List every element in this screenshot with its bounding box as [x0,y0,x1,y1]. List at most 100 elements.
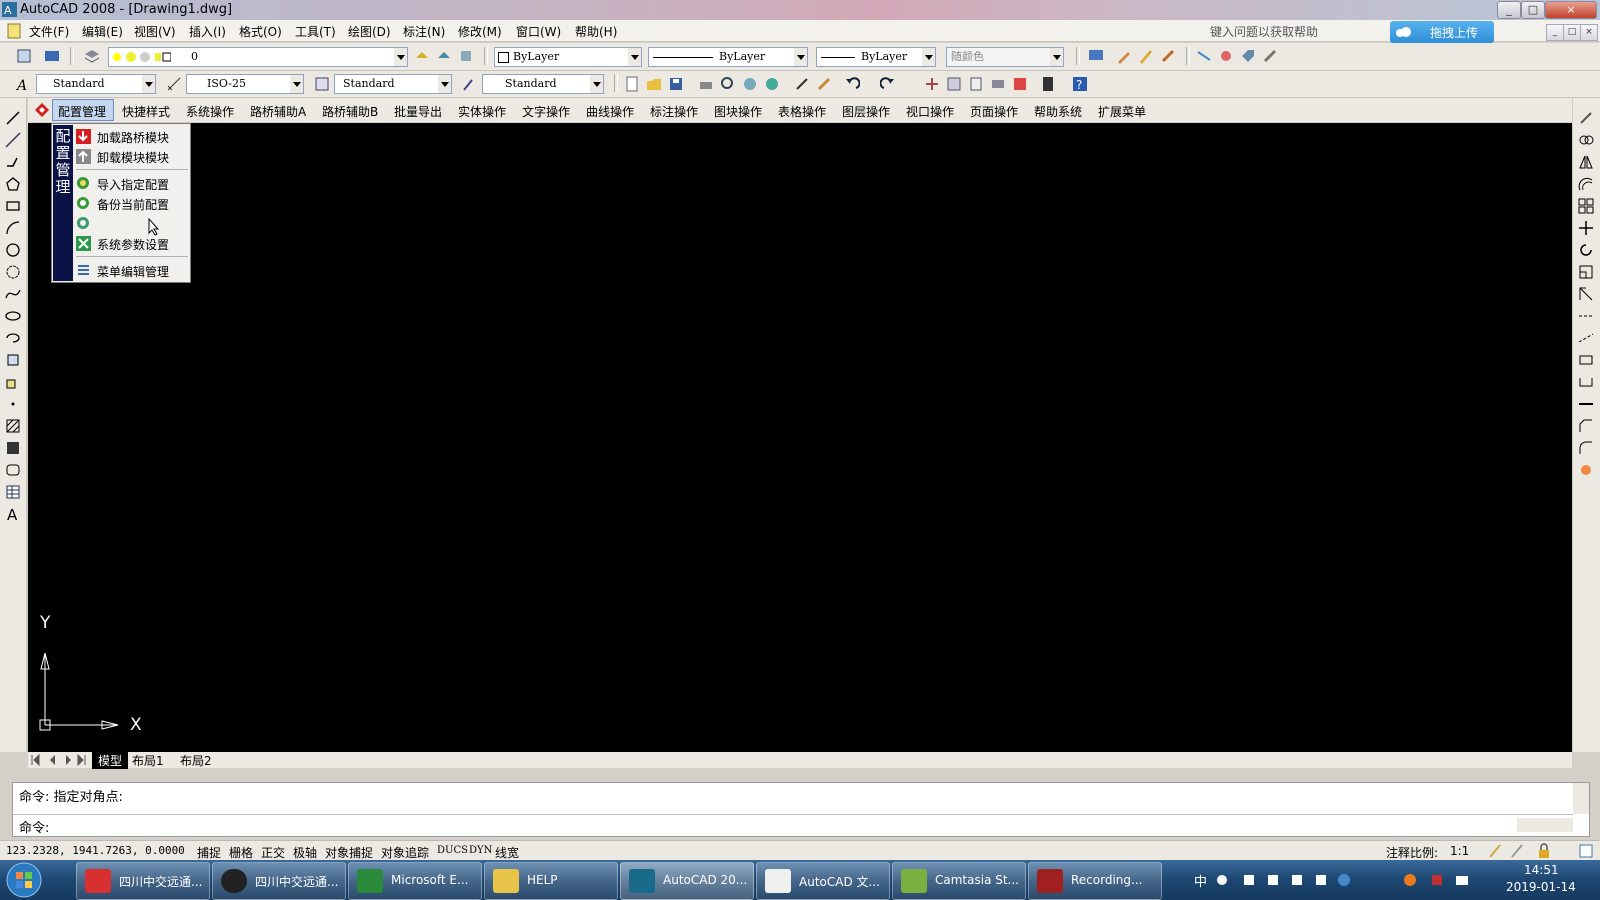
taskbar-item-sichuan-1[interactable]: 四川中交远通... [76,862,210,900]
revcloud-icon[interactable] [5,264,21,280]
new-icon[interactable] [624,76,640,92]
circle-icon[interactable] [5,242,21,258]
toggle-ducs[interactable]: DUCS [437,845,468,856]
menu-item-backup-config[interactable]: 备份当前配置 [76,194,188,213]
annotation-scale-value[interactable]: 1:1 [1450,844,1469,858]
menu-tools[interactable]: 工具(T) [295,23,336,40]
plotstyle-dropdown[interactable]: 随颜色 [946,47,1064,67]
break-at-point-icon[interactable] [1578,352,1594,368]
calculator-icon[interactable] [1040,76,1056,92]
menu-item-system-params[interactable]: 系统参数设置 [76,234,188,253]
toggle-dyn[interactable]: DYN [469,845,492,856]
mirror-icon[interactable] [1578,154,1594,170]
mleader-style-icon[interactable] [462,76,478,92]
dim-style-icon[interactable] [166,76,182,92]
dim-style-dropdown[interactable]: ISO-25 [186,74,304,94]
layers-stack-icon[interactable] [84,48,100,64]
explode-icon[interactable] [1578,462,1594,478]
brush-icon[interactable] [1160,48,1176,64]
make-current-layer-icon[interactable] [414,48,430,64]
tool-palette-icon[interactable] [968,76,984,92]
command-prompt[interactable]: 命令: [19,817,49,836]
menu-window[interactable]: 窗口(W) [516,23,561,40]
menu-item-import-config[interactable]: 导入指定配置 [76,174,188,193]
menu-modify[interactable]: 修改(M) [458,23,502,40]
taskbar-item-autocad-doc[interactable]: AutoCAD 文... [756,862,890,900]
layer-manager-icon[interactable] [16,48,32,64]
auto-scale-icon[interactable] [1510,843,1526,859]
linetype-dropdown[interactable]: ByLayer [648,47,808,67]
clock-date[interactable]: 2019-01-14 [1506,880,1576,894]
erase-icon[interactable] [1578,110,1594,126]
lock-icon[interactable] [1536,843,1552,859]
insert-block-icon[interactable] [5,352,21,368]
markup-icon[interactable] [1012,76,1028,92]
toggle-snap[interactable]: 捕捉 [197,844,221,861]
make-block-icon[interactable] [5,374,21,390]
cmenu-block[interactable]: 图块操作 [714,103,762,120]
cmenu-help[interactable]: 帮助系统 [1034,103,1082,120]
matchprop-icon[interactable] [816,76,832,92]
taskbar-item-recording[interactable]: Recording... [1028,862,1162,900]
menu-edit[interactable]: 编辑(E) [82,23,123,40]
tag-icon[interactable] [1240,48,1256,64]
help-icon[interactable]: ? [1072,76,1088,92]
spline-icon[interactable] [5,286,21,302]
ellipse-arc-icon[interactable] [5,330,21,346]
cmenu-config[interactable]: 配置管理 [58,103,106,120]
join-icon[interactable] [1578,396,1594,412]
command-scrollbar[interactable] [1573,783,1589,814]
tab-nav-arrows-icon[interactable] [30,754,86,766]
chamfer-icon[interactable] [1578,418,1594,434]
taskbar-item-excel[interactable]: Microsoft E... [348,862,482,900]
mdi-restore-button[interactable]: □ [1563,24,1581,41]
menu-file[interactable]: 文件(F) [29,23,69,40]
layer-isolate-icon[interactable] [458,48,474,64]
cmenu-viewport[interactable]: 视口操作 [906,103,954,120]
cmenu-curve[interactable]: 曲线操作 [586,103,634,120]
point-icon[interactable] [5,396,21,412]
text-style-dropdown[interactable]: Standard [36,74,156,94]
edit-icon[interactable] [1116,48,1132,64]
lineweight-dropdown[interactable]: ByLayer [816,47,936,67]
scale-icon[interactable] [1578,264,1594,280]
preview-icon[interactable] [720,76,736,92]
cmenu-bridge-b[interactable]: 路桥辅助B [322,103,378,120]
cmenu-system[interactable]: 系统操作 [186,103,234,120]
pencil-icon[interactable] [1138,48,1154,64]
open-icon[interactable] [646,76,662,92]
help-search-input[interactable]: 键入问题以获取帮助 [1210,23,1318,40]
taskbar-item-autocad[interactable]: AutoCAD 20... [620,862,754,900]
document-icon[interactable] [6,23,22,39]
layer-previous-icon[interactable] [436,48,452,64]
hatch-icon[interactable] [5,418,21,434]
tab-layout1[interactable]: 布局1 [132,752,164,769]
clock-time[interactable]: 14:51 [1524,863,1559,877]
properties-icon[interactable] [1196,48,1212,64]
polygon-icon[interactable] [5,176,21,192]
menu-format[interactable]: 格式(O) [239,23,282,40]
cmenu-bridge-a[interactable]: 路桥辅助A [250,103,306,120]
menu-help[interactable]: 帮助(H) [575,23,617,40]
annotation-visibility-icon[interactable] [1488,843,1504,859]
taskbar-item-help-folder[interactable]: HELP [484,862,618,900]
extend-icon[interactable] [1578,330,1594,346]
text-style-icon[interactable]: A [16,76,32,92]
mtext-icon[interactable]: A [5,506,21,522]
match-icon[interactable] [1218,48,1234,64]
line-icon[interactable] [5,110,21,126]
menu-item-unload-module[interactable]: 卸载模块模块 [76,147,188,166]
sheet-set-icon[interactable] [990,76,1006,92]
table-style-dropdown[interactable]: Standard [334,74,452,94]
cmenu-text[interactable]: 文字操作 [522,103,570,120]
layer-dropdown[interactable]: 0 [108,47,408,67]
close-button[interactable]: × [1545,1,1597,19]
toggle-lineweight[interactable]: 线宽 [495,844,519,861]
table-icon[interactable] [5,484,21,500]
tray-icons[interactable] [1214,872,1484,888]
upload-button[interactable]: 拖拽上传 [1390,21,1494,43]
minimize-button[interactable]: _ [1497,1,1521,19]
arc-icon[interactable] [5,220,21,236]
design-center-icon[interactable] [946,76,962,92]
table-style-icon[interactable] [314,76,330,92]
